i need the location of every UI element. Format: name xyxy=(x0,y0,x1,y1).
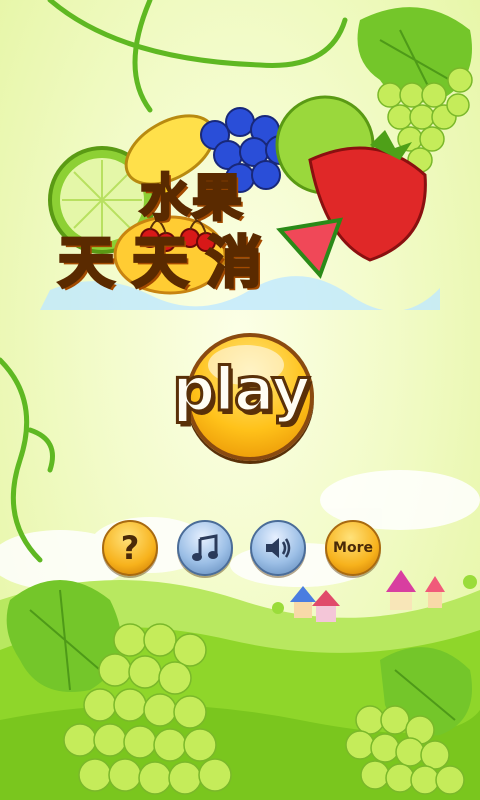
game-title-line2: 天天消 xyxy=(57,229,280,298)
sound-button[interactable] xyxy=(250,520,306,576)
clouds xyxy=(0,470,480,590)
play-button-label: play xyxy=(171,354,312,427)
question-mark-icon: ? xyxy=(120,529,140,567)
watermelon-slice xyxy=(276,217,344,279)
more-button-label: More xyxy=(333,540,373,556)
game-main-menu: 水果 天天消 play ? More xyxy=(0,0,480,800)
speaker-icon xyxy=(266,538,291,558)
music-button[interactable] xyxy=(177,520,233,576)
help-button[interactable]: ? xyxy=(102,520,158,576)
more-button[interactable]: More xyxy=(325,520,381,576)
music-note-icon xyxy=(192,534,218,561)
play-button[interactable]: play xyxy=(150,333,332,463)
